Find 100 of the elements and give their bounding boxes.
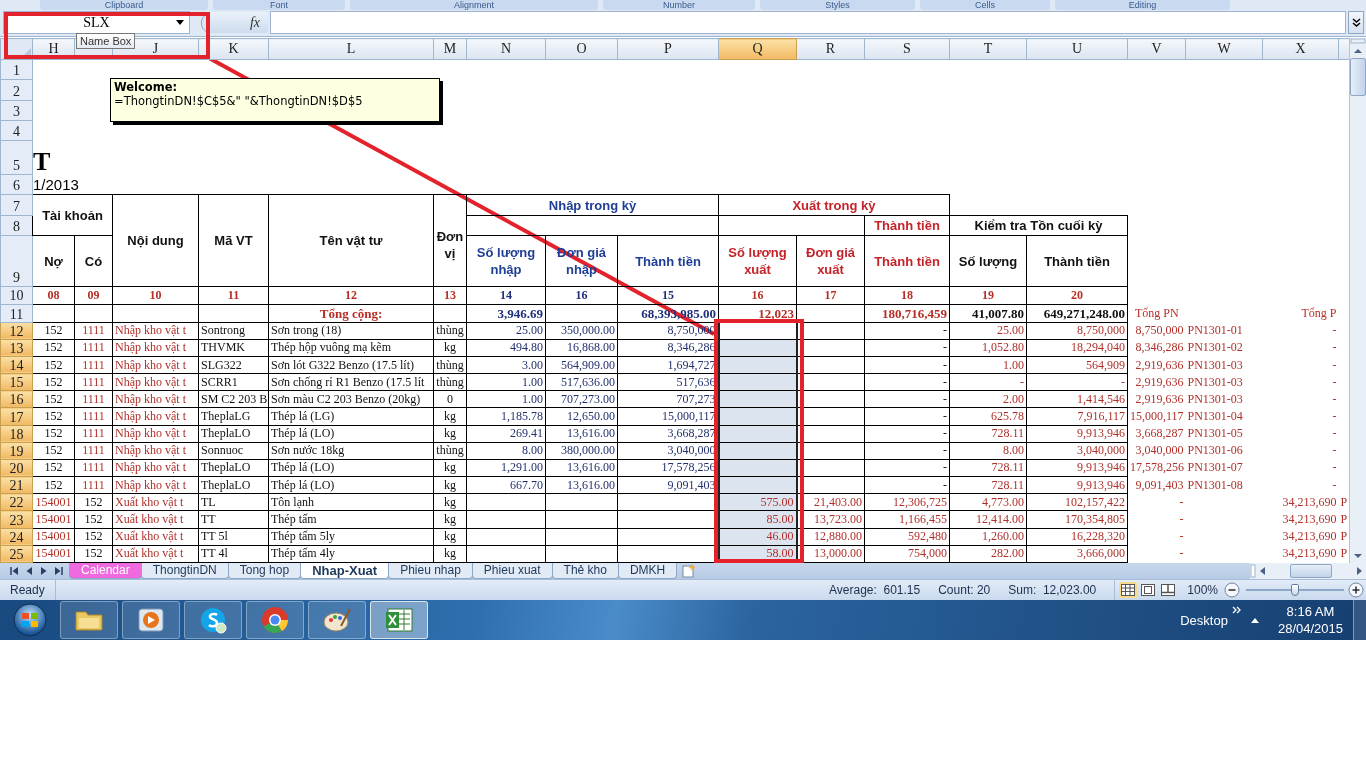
first-arrow-icon[interactable] xyxy=(8,565,20,577)
show-desktop-button[interactable] xyxy=(1353,600,1366,640)
table-cell: 728.11 xyxy=(949,476,1027,494)
table-cell: 13,616.00 xyxy=(545,476,618,494)
average-text: Average: 601.15 xyxy=(829,583,921,597)
split-handle[interactable] xyxy=(1250,564,1256,578)
row-header[interactable]: 4 xyxy=(0,120,33,141)
split-handle[interactable] xyxy=(1349,38,1366,44)
row-header[interactable]: 9 xyxy=(0,235,33,287)
row-header[interactable]: 2 xyxy=(0,79,33,101)
zoom-in-icon[interactable] xyxy=(1348,582,1364,598)
double-chevron-icon[interactable] xyxy=(1231,606,1242,614)
zoom-level-text[interactable]: 100% xyxy=(1187,583,1218,597)
expand-button[interactable] xyxy=(1348,11,1364,34)
ribbon-group-label[interactable]: Number xyxy=(603,0,755,10)
normal-view-button[interactable] xyxy=(1119,582,1138,598)
ribbon-group-label[interactable]: Styles xyxy=(760,0,915,10)
table-cell: 649,271,248.00 xyxy=(1026,304,1128,323)
table-cell: - xyxy=(864,339,950,357)
column-header[interactable]: V xyxy=(1127,38,1186,60)
row-header[interactable]: 8 xyxy=(0,215,33,236)
column-header[interactable]: R xyxy=(796,38,865,60)
ribbon-group-label[interactable]: Clipboard xyxy=(40,0,208,10)
sheet-tab[interactable]: Nhap-Xuat xyxy=(300,563,390,579)
table-cell: TheplaLO xyxy=(198,425,269,443)
table-cell: 1111 xyxy=(74,390,113,408)
insert-function-button[interactable]: fx xyxy=(208,12,268,33)
ribbon-group-label[interactable]: Cells xyxy=(920,0,1050,10)
column-header[interactable]: Q xyxy=(718,38,797,60)
column-header[interactable]: P xyxy=(617,38,719,60)
ribbon-group-label[interactable]: Editing xyxy=(1055,0,1230,10)
table-cell: - xyxy=(1127,510,1186,528)
header-cell: Xuất trong kỳ xyxy=(718,194,950,216)
column-header[interactable]: M xyxy=(433,38,467,60)
zoom-slider-thumb[interactable] xyxy=(1291,584,1299,596)
table-cell: kg xyxy=(433,339,467,357)
table-cell-text: - xyxy=(1331,442,1338,460)
table-cell: Sơn lót G322 Benzo (17.5 lít) xyxy=(268,356,434,374)
up-triangle-icon[interactable] xyxy=(1249,616,1260,624)
last-arrow-icon[interactable] xyxy=(53,565,65,577)
table-cell-text: PN1301-03 xyxy=(1186,390,1244,408)
table-cell: Thép hộp vuông mạ kẽm xyxy=(268,339,434,357)
table-cell: - xyxy=(864,407,950,426)
column-header[interactable]: S xyxy=(864,38,950,60)
sheet-tab[interactable]: Phieu xuat xyxy=(471,563,553,579)
table-cell: 25.00 xyxy=(949,322,1027,340)
column-header[interactable]: X xyxy=(1262,38,1339,60)
taskbar-button[interactable] xyxy=(184,601,242,639)
formula-field[interactable] xyxy=(270,11,1346,34)
scroll-thumb[interactable] xyxy=(1290,564,1332,578)
table-cell-text: 34,213,690 xyxy=(1281,493,1338,511)
table-cell: Sonnuoc xyxy=(198,442,269,460)
vertical-scrollbar[interactable] xyxy=(1348,38,1366,563)
horizontal-scrollbar[interactable] xyxy=(1250,563,1366,579)
table-cell: 625.78 xyxy=(949,407,1027,426)
column-header[interactable]: O xyxy=(545,38,618,60)
table-cell: Nhập kho vật t xyxy=(112,442,199,460)
column-header[interactable]: N xyxy=(466,38,546,60)
sheet-tab[interactable]: Thẻ kho xyxy=(551,563,619,579)
page-break-button[interactable] xyxy=(1159,582,1178,598)
page-layout-button[interactable] xyxy=(1139,582,1158,598)
table-cell: 154001 xyxy=(32,510,75,528)
row-header[interactable]: 1 xyxy=(0,59,33,80)
clock-button[interactable]: 8:16 AM 28/04/2015 xyxy=(1271,603,1349,637)
column-header[interactable]: U xyxy=(1026,38,1128,60)
table-cell: 1,166,455 xyxy=(864,510,950,528)
taskbar-button[interactable] xyxy=(122,601,180,639)
column-header[interactable]: W xyxy=(1185,38,1263,60)
taskbar-button[interactable] xyxy=(246,601,304,639)
table-cell: 707,273.00 xyxy=(545,390,618,408)
table-cell: 18,294,040 xyxy=(1026,339,1128,357)
table-cell: kg xyxy=(433,407,467,426)
scroll-thumb[interactable] xyxy=(1349,58,1366,96)
zoom-out-icon[interactable] xyxy=(1224,582,1240,598)
table-cell: 1.00 xyxy=(949,356,1027,374)
table-cell-text: - xyxy=(1331,408,1338,425)
row-header[interactable]: 5 xyxy=(0,140,33,175)
sheet-tab[interactable]: Phieu nhap xyxy=(388,563,473,579)
sheet-tab[interactable]: ThongtinDN xyxy=(140,563,229,579)
table-cell: 728.11 xyxy=(949,425,1027,443)
desktop-toolbar-label[interactable]: Desktop xyxy=(1180,612,1228,628)
table-cell: 2.00 xyxy=(949,390,1027,408)
column-header[interactable]: T xyxy=(949,38,1027,60)
table-cell: Nhập kho vật t xyxy=(112,356,199,374)
taskbar-button[interactable] xyxy=(370,601,428,639)
table-cell: 152 xyxy=(74,528,113,546)
row-header[interactable]: 3 xyxy=(0,100,33,121)
sheet-tab[interactable]: DMKH xyxy=(617,563,678,579)
row-header[interactable]: 7 xyxy=(0,194,33,216)
ribbon-group-label[interactable]: Alignment xyxy=(350,0,598,10)
taskbar-button[interactable] xyxy=(60,601,118,639)
table-cell: Nhập kho vật t xyxy=(112,322,199,340)
row-header[interactable]: 6 xyxy=(0,174,33,195)
table-cell: 152 xyxy=(74,545,113,563)
taskbar-button[interactable] xyxy=(308,601,366,639)
sheet-tab[interactable]: Tong hop xyxy=(227,563,302,579)
column-header[interactable]: L xyxy=(268,38,434,60)
ribbon-group-label[interactable]: Font xyxy=(213,0,345,10)
header-cell: Nội dung xyxy=(112,194,199,287)
table-cell-text: P xyxy=(1339,528,1349,546)
